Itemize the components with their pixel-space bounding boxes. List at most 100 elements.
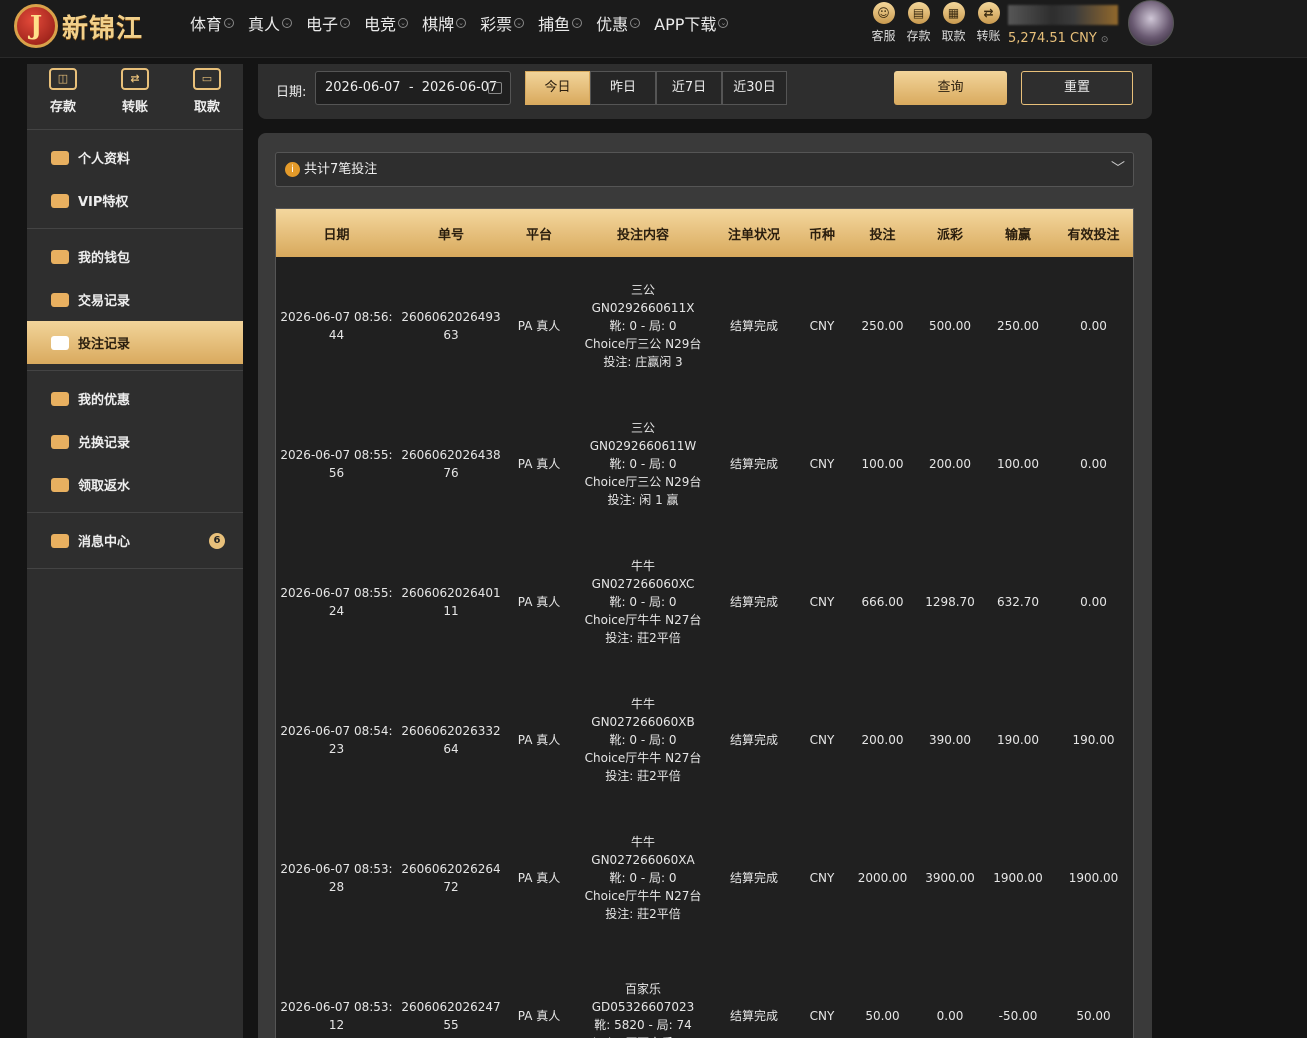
quick-action-withdraw[interactable]: ▦ 取款 <box>936 2 971 44</box>
bet-table-container: 日期 单号 平台 投注内容 注单状况 币种 投注 派彩 输赢 有效投注 2026-06-07 08… <box>275 208 1134 1038</box>
cell-content: 牛牛 GN027266060XC 靴: 0 - 局: 0 Choice厅牛牛 N27台… <box>573 533 713 671</box>
bet-content-line: 靴: 0 - 局: 0 <box>609 871 677 885</box>
bet-content-line: 靴: 0 - 局: 0 <box>609 595 677 609</box>
avatar[interactable] <box>1128 0 1174 46</box>
cell-platform: PA 真人 <box>517 457 561 471</box>
quick-date-button[interactable]: 近30日 <box>722 71 787 105</box>
table-row[interactable]: 2026-06-07 08:53:28 260606202626472 PA 真人牛… <box>276 809 1133 947</box>
brand-name: 新锦江 <box>62 13 144 44</box>
nav-item[interactable]: 电竞 ⌄ <box>364 12 409 34</box>
chevron-down-icon: ⌄ <box>718 18 729 28</box>
sidebar-top-card[interactable]: ▭ 取款 <box>177 68 237 129</box>
nav-item[interactable]: 彩票 ⌄ <box>480 12 525 34</box>
table-row[interactable]: 2026-06-07 08:55:56 260606202643876 PA 真人三… <box>276 395 1133 533</box>
quick-action-wallet[interactable]: ▤ 存款 <box>901 2 936 44</box>
sidebar-item[interactable]: 个人资料 <box>27 136 243 179</box>
sidebar-item[interactable]: 兑换记录 <box>27 420 243 463</box>
bet-content-line: 靴: 5820 - 局: 74 <box>594 1018 692 1032</box>
chevron-down-icon[interactable]: ﹀ <box>1111 153 1125 186</box>
nav-item[interactable]: 棋牌 ⌄ <box>422 12 467 34</box>
table-row[interactable]: 2026-06-07 08:53:12 260606202624755 PA 真人百… <box>276 947 1133 1038</box>
cell-winloss: 190.00 <box>997 733 1039 747</box>
quick-action-label: 取款 <box>941 29 966 43</box>
cell-platform: PA 真人 <box>517 595 561 609</box>
nav-item[interactable]: APP下载 ⌄ <box>654 12 729 34</box>
sidebar-top-deposit[interactable]: ◫ 存款 <box>33 68 93 129</box>
date-range-picker[interactable]: 2026-06-07 - 2026-06-07 <box>315 71 511 105</box>
bet-content-line: Choice厅三公 N29台 <box>584 337 702 351</box>
calendar-icon <box>488 82 502 94</box>
balance-amount[interactable]: 5,274.51 CNY ⊙ <box>1008 31 1118 46</box>
sidebar-item[interactable]: VIP特权 <box>27 179 243 222</box>
bet-content-line: GN0292660611W <box>589 439 697 453</box>
quick-date-button[interactable]: 近7日 <box>656 71 722 105</box>
bet-content-line: GN0292660611X <box>591 301 695 315</box>
unread-count-badge: 6 <box>209 533 225 549</box>
sidebar-group: 我的优惠兑换记录领取返水 <box>27 371 243 513</box>
quick-action-label: 转账 <box>976 29 1001 43</box>
quick-actions: ☺ 客服 ▤ 存款 ▦ 取款 ⇄ 转账 <box>866 2 1006 44</box>
nav-item[interactable]: 捕鱼 ⌄ <box>538 12 583 34</box>
reset-button[interactable]: 重置 <box>1021 71 1133 105</box>
column-header: 平台 <box>505 209 573 257</box>
cell-platform: PA 真人 <box>517 319 561 333</box>
cell-bet: 250.00 <box>861 319 904 333</box>
nav-item[interactable]: 优惠 ⌄ <box>596 12 641 34</box>
sidebar-menu: 个人资料 VIP特权我的钱包 交易记录投注记录我的优惠兑换记录领取返水消息中心 6 <box>27 130 243 569</box>
nav-item[interactable]: 真人 ⌄ <box>248 12 293 34</box>
sidebar-top-transfer[interactable]: ⇄ 转账 <box>105 68 165 129</box>
summary-text: 共计7笔投注 <box>304 162 378 177</box>
quick-action-customer-service[interactable]: ☺ 客服 <box>866 2 901 44</box>
sidebar-item-label: 我的优惠 <box>78 393 131 408</box>
cell-bet: 2000.00 <box>857 871 908 885</box>
transfer-icon: ⇄ <box>121 68 149 90</box>
piggy-bank-icon <box>51 249 69 264</box>
summary-bar[interactable]: i 共计7笔投注 ﹀ <box>275 152 1134 187</box>
quick-date-button[interactable]: 昨日 <box>590 71 656 105</box>
bet-records-panel: i 共计7笔投注 ﹀ 日期 单号 平台 投注内容 注单状况 币种 投注 派彩 输赢 有效投注 20… <box>258 133 1152 1038</box>
nav-item[interactable]: 体育 ⌄ <box>190 12 235 34</box>
balance-area: 5,274.51 CNY ⊙ <box>1008 0 1118 46</box>
sidebar-quick-actions: ◫ 存款 ⇄ 转账 ▭ 取款 <box>27 64 243 130</box>
cell-date: 2026-06-07 08:53:28 <box>280 862 393 894</box>
cell-platform: PA 真人 <box>517 1009 561 1023</box>
sidebar-item-label: 兑换记录 <box>78 436 131 451</box>
top-bar: J 新锦江 体育 ⌄ 真人 ⌄ 电子 ⌄ 电竞 ⌄ 棋牌 ⌄ 彩票 ⌄ 捕鱼 ⌄ 优惠 ⌄ APP下载 ⌄ ☺ 客服… <box>0 0 1307 58</box>
sidebar-item[interactable]: 领取返水 <box>27 463 243 506</box>
bet-content-line: 投注: 莊2平倍 <box>605 631 681 645</box>
cell-bet: 666.00 <box>861 595 904 609</box>
sidebar-item[interactable]: 我的优惠 <box>27 377 243 420</box>
sidebar-item-label: 投注记录 <box>78 337 131 352</box>
query-button[interactable]: 查询 <box>894 71 1007 105</box>
table-row[interactable]: 2026-06-07 08:56:44 260606202649363 PA 真人三… <box>276 257 1133 395</box>
brand-logo[interactable]: J 新锦江 <box>14 4 164 48</box>
cell-bet: 50.00 <box>865 1009 900 1023</box>
cell-id: 260606202633264 <box>401 724 501 756</box>
table-row[interactable]: 2026-06-07 08:54:23 260606202633264 PA 真人牛… <box>276 671 1133 809</box>
sidebar-item[interactable]: 我的钱包 <box>27 235 243 278</box>
sidebar-item[interactable]: 交易记录 <box>27 278 243 321</box>
cell-id: 260606202649363 <box>401 310 501 342</box>
sidebar-item[interactable]: 投注记录 <box>27 321 243 364</box>
cell-valid: 0.00 <box>1080 319 1107 333</box>
quick-date-button[interactable]: 今日 <box>525 71 590 105</box>
nav-item[interactable]: 电子 ⌄ <box>306 12 351 34</box>
main-nav: 体育 ⌄ 真人 ⌄ 电子 ⌄ 电竞 ⌄ 棋牌 ⌄ 彩票 ⌄ 捕鱼 ⌄ 优惠 ⌄ APP下载 ⌄ <box>190 12 742 34</box>
cell-payout: 500.00 <box>929 319 971 333</box>
wallet-icon: ▤ <box>907 2 930 24</box>
quick-action-transfer[interactable]: ⇄ 转账 <box>971 2 1006 44</box>
info-icon: i <box>285 162 300 177</box>
sidebar-item-label: 消息中心 <box>78 535 131 550</box>
column-header: 币种 <box>795 209 849 257</box>
cell-valid: 50.00 <box>1076 1009 1111 1023</box>
bet-content-line: Choice厅三公 N29台 <box>584 475 702 489</box>
cell-date: 2026-06-07 08:53:12 <box>280 1000 393 1032</box>
chevron-down-icon: ⌄ <box>340 18 351 28</box>
bet-content-line: 靴: 0 - 局: 0 <box>609 319 677 333</box>
table-row[interactable]: 2026-06-07 08:55:24 260606202640111 PA 真人牛… <box>276 533 1133 671</box>
vip-icon <box>51 193 69 208</box>
cell-bet: 100.00 <box>861 457 904 471</box>
sidebar-item[interactable]: 消息中心 6 <box>27 519 243 562</box>
bet-content-line: 投注: 庄赢闲 3 <box>603 355 683 369</box>
cell-winloss: -50.00 <box>998 1009 1038 1023</box>
